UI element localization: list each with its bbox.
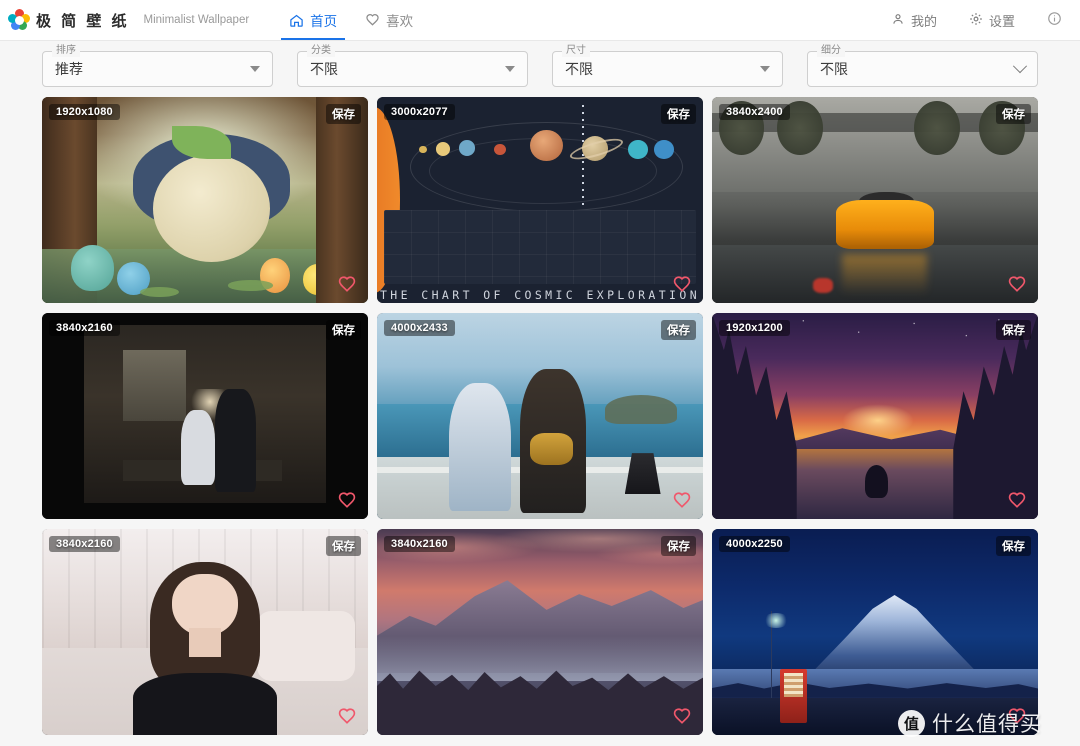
- save-button[interactable]: 保存: [326, 320, 361, 340]
- cosmic-chart-caption: THE CHART OF COSMIC EXPLORATION: [377, 288, 703, 302]
- wallpaper-card[interactable]: 3840x2400 保存: [712, 97, 1038, 303]
- main-nav: 首页 喜欢: [275, 0, 427, 40]
- wallpaper-card[interactable]: THE CHART OF COSMIC EXPLORATION 3000x207…: [377, 97, 703, 303]
- favorite-heart-icon[interactable]: [336, 707, 358, 727]
- wallpaper-card[interactable]: 3840x2160 保存: [42, 313, 368, 519]
- wallpaper-card[interactable]: 3840x2160 保存: [42, 529, 368, 735]
- gear-icon: [969, 12, 983, 29]
- chevron-down-icon: [1013, 59, 1027, 73]
- wallpaper-thumbnail: [377, 529, 703, 735]
- favorite-heart-icon[interactable]: [1006, 275, 1028, 295]
- filter-bar: 排序 推荐 分类 不限 尺寸 不限 细分 不限: [0, 41, 1080, 97]
- wallpaper-card[interactable]: 1920x1200 保存: [712, 313, 1038, 519]
- header-action-profile[interactable]: 我的: [875, 11, 953, 30]
- wallpaper-thumbnail: [712, 313, 1038, 519]
- nav-tab-home[interactable]: 首页: [275, 0, 351, 40]
- wallpaper-thumbnail: [42, 313, 368, 519]
- favorite-heart-icon[interactable]: [1006, 707, 1028, 727]
- filter-label-size: 尺寸: [562, 45, 590, 57]
- filter-value-sort: 推荐: [55, 59, 83, 79]
- wallpaper-card[interactable]: 4000x2433 保存: [377, 313, 703, 519]
- wallpaper-grid: 1920x1080 保存 THE CHART OF COSMIC EXPLORA…: [0, 97, 1080, 735]
- header-action-profile-label: 我的: [911, 11, 937, 30]
- save-button[interactable]: 保存: [661, 536, 696, 556]
- wallpaper-thumbnail: [712, 529, 1038, 735]
- save-button[interactable]: 保存: [996, 104, 1031, 124]
- filter-select-subdivision[interactable]: 细分 不限: [807, 51, 1038, 87]
- caret-down-icon: [250, 66, 260, 72]
- user-icon: [891, 12, 905, 29]
- resolution-badge: 4000x2433: [384, 320, 455, 336]
- wallpaper-thumbnail: [712, 97, 1038, 303]
- favorite-heart-icon[interactable]: [336, 275, 358, 295]
- filter-select-category[interactable]: 分类 不限: [297, 51, 528, 87]
- filter-label-sort: 排序: [52, 45, 80, 57]
- filter-label-subdivision: 细分: [817, 45, 845, 57]
- header-action-settings-label: 设置: [989, 11, 1015, 30]
- nav-tab-favorites[interactable]: 喜欢: [351, 0, 427, 40]
- wallpaper-thumbnail: [42, 97, 368, 303]
- filter-select-size[interactable]: 尺寸 不限: [552, 51, 783, 87]
- nav-tab-home-label: 首页: [310, 10, 337, 30]
- wallpaper-card[interactable]: 3840x2160 保存: [377, 529, 703, 735]
- app-header: 极 简 壁 纸 Minimalist Wallpaper 首页 喜欢: [0, 0, 1080, 41]
- brand-name-en: Minimalist Wallpaper: [144, 14, 250, 26]
- caret-down-icon: [760, 66, 770, 72]
- wallpaper-card[interactable]: 4000x2250 保存: [712, 529, 1038, 735]
- resolution-badge: 3840x2400: [719, 104, 790, 120]
- info-icon: [1047, 11, 1062, 29]
- filter-value-subdivision: 不限: [820, 59, 848, 79]
- resolution-badge: 3840x2160: [384, 536, 455, 552]
- caret-down-icon: [505, 66, 515, 72]
- favorite-heart-icon[interactable]: [671, 275, 693, 295]
- nav-tab-favorites-label: 喜欢: [386, 10, 413, 30]
- favorite-heart-icon[interactable]: [1006, 491, 1028, 511]
- filter-select-sort[interactable]: 排序 推荐: [42, 51, 273, 87]
- resolution-badge: 4000x2250: [719, 536, 790, 552]
- save-button[interactable]: 保存: [996, 536, 1031, 556]
- filter-value-category: 不限: [310, 59, 338, 79]
- pinwheel-logo-icon[interactable]: [8, 9, 30, 31]
- save-button[interactable]: 保存: [661, 320, 696, 340]
- favorite-heart-icon[interactable]: [336, 491, 358, 511]
- wallpaper-thumbnail: [377, 313, 703, 519]
- save-button[interactable]: 保存: [326, 536, 361, 556]
- wallpaper-card[interactable]: 1920x1080 保存: [42, 97, 368, 303]
- home-icon: [289, 13, 304, 28]
- wallpaper-thumbnail: [42, 529, 368, 735]
- header-action-settings[interactable]: 设置: [953, 11, 1031, 30]
- resolution-badge: 3840x2160: [49, 536, 120, 552]
- save-button[interactable]: 保存: [661, 104, 696, 124]
- brand-name-cn: 极 简 壁 纸: [36, 10, 130, 31]
- wallpaper-thumbnail: THE CHART OF COSMIC EXPLORATION: [377, 97, 703, 303]
- resolution-badge: 3000x2077: [384, 104, 455, 120]
- filter-value-size: 不限: [565, 59, 593, 79]
- favorite-heart-icon[interactable]: [671, 491, 693, 511]
- favorite-heart-icon[interactable]: [671, 707, 693, 727]
- header-action-info[interactable]: [1031, 11, 1064, 29]
- header-right-actions: 我的 设置: [875, 11, 1064, 30]
- resolution-badge: 1920x1200: [719, 320, 790, 336]
- resolution-badge: 3840x2160: [49, 320, 120, 336]
- heart-icon: [365, 13, 380, 28]
- save-button[interactable]: 保存: [996, 320, 1031, 340]
- resolution-badge: 1920x1080: [49, 104, 120, 120]
- save-button[interactable]: 保存: [326, 104, 361, 124]
- filter-label-category: 分类: [307, 45, 335, 57]
